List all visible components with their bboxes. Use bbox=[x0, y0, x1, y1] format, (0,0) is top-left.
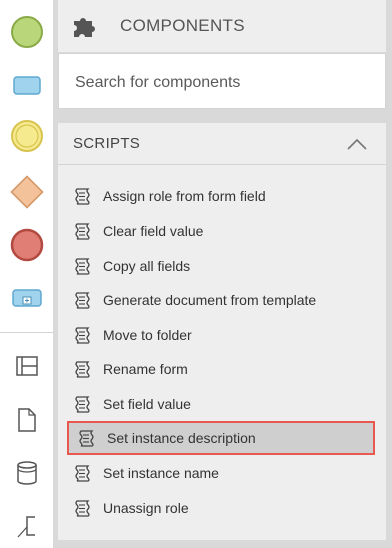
script-icon bbox=[75, 465, 90, 482]
script-icon bbox=[75, 258, 90, 275]
script-icon bbox=[75, 223, 90, 240]
script-item-label: Set field value bbox=[103, 396, 191, 412]
script-icon bbox=[79, 430, 94, 447]
script-icon bbox=[75, 188, 90, 205]
script-icon bbox=[75, 500, 90, 517]
pool-lane-icon[interactable] bbox=[0, 348, 53, 384]
script-item-rename-form[interactable]: Rename form bbox=[73, 353, 373, 385]
palette-divider bbox=[0, 332, 53, 333]
subprocess-icon[interactable] bbox=[0, 278, 53, 318]
script-item-generate-document[interactable]: Generate document from template bbox=[73, 284, 373, 316]
end-event-icon[interactable] bbox=[0, 225, 53, 265]
intermediate-event-icon[interactable] bbox=[0, 116, 53, 156]
task-icon[interactable] bbox=[0, 66, 53, 106]
script-item-label: Set instance description bbox=[107, 430, 256, 446]
data-store-icon[interactable] bbox=[0, 455, 53, 491]
start-event-icon[interactable] bbox=[0, 12, 53, 52]
gateway-icon[interactable] bbox=[0, 170, 53, 214]
script-item-assign-role[interactable]: Assign role from form field bbox=[73, 180, 373, 212]
scripts-list: Assign role from form field Clear field … bbox=[58, 165, 386, 540]
script-item-set-field-value[interactable]: Set field value bbox=[73, 388, 373, 420]
components-panel: COMPONENTS SCRIPTS Assign role from form… bbox=[53, 0, 392, 548]
script-icon bbox=[75, 396, 90, 413]
script-item-unassign-role[interactable]: Unassign role bbox=[73, 492, 373, 524]
script-icon bbox=[75, 361, 90, 378]
script-item-move-folder[interactable]: Move to folder bbox=[73, 319, 373, 351]
script-item-label: Move to folder bbox=[103, 327, 192, 343]
script-item-label: Generate document from template bbox=[103, 292, 317, 308]
shape-palette bbox=[0, 0, 54, 548]
script-item-set-instance-description[interactable]: Set instance description bbox=[67, 421, 375, 455]
script-item-label: Rename form bbox=[103, 361, 188, 377]
components-header: COMPONENTS bbox=[58, 0, 386, 52]
script-item-label: Clear field value bbox=[103, 223, 204, 239]
search-box bbox=[58, 53, 386, 109]
components-title: COMPONENTS bbox=[120, 16, 245, 35]
search-input[interactable] bbox=[73, 69, 377, 97]
script-item-clear-field[interactable]: Clear field value bbox=[73, 215, 373, 247]
script-item-label: Set instance name bbox=[103, 465, 219, 481]
scripts-section-header[interactable]: SCRIPTS bbox=[58, 123, 386, 165]
script-icon bbox=[75, 327, 90, 344]
script-item-copy-fields[interactable]: Copy all fields bbox=[73, 250, 373, 282]
script-item-set-instance-name[interactable]: Set instance name bbox=[73, 457, 373, 489]
puzzle-icon bbox=[74, 18, 95, 37]
chevron-up-icon[interactable] bbox=[346, 137, 368, 151]
data-object-icon[interactable] bbox=[0, 402, 53, 438]
scripts-title: SCRIPTS bbox=[73, 135, 141, 152]
script-item-label: Unassign role bbox=[103, 500, 189, 516]
script-icon bbox=[75, 292, 90, 309]
script-item-label: Copy all fields bbox=[103, 258, 191, 274]
annotation-icon[interactable] bbox=[0, 508, 53, 544]
script-item-label: Assign role from form field bbox=[103, 188, 266, 204]
